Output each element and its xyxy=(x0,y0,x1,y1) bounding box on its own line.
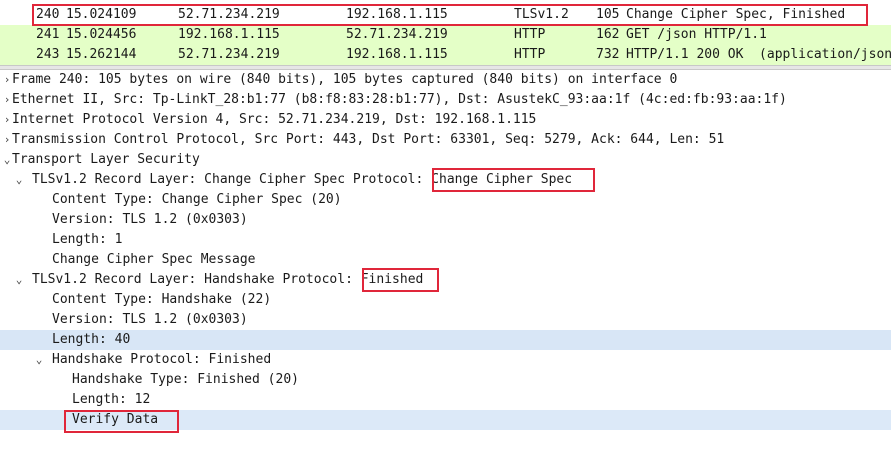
record-prefix: TLSv1.2 Record Layer: Change Cipher Spec… xyxy=(32,172,432,187)
chevron-down-icon[interactable]: ⌄ xyxy=(32,350,46,370)
tree-item-tls[interactable]: ⌄ Transport Layer Security xyxy=(0,150,891,170)
tree-item-field[interactable]: Version: TLS 1.2 (0x0303) xyxy=(0,210,891,230)
tree-item-verify-data-selected[interactable]: Verify Data xyxy=(0,410,891,430)
tree-item-field[interactable]: Length: 1 xyxy=(0,230,891,250)
tree-item-field[interactable]: Content Type: Handshake (22) xyxy=(0,290,891,310)
tree-item-ip[interactable]: › Internet Protocol Version 4, Src: 52.7… xyxy=(0,110,891,130)
record-value: Change Cipher Spec xyxy=(431,172,573,187)
chevron-down-icon[interactable]: ⌄ xyxy=(12,270,26,290)
tree-item-field[interactable]: Change Cipher Spec Message xyxy=(0,250,891,270)
packet-destination: 192.168.1.115 xyxy=(346,7,448,22)
packet-info: HTTP/1.1 200 OK (application/json) xyxy=(626,47,891,62)
packet-source: 52.71.234.219 xyxy=(178,47,280,62)
packet-destination: 192.168.1.115 xyxy=(346,47,448,62)
tree-item-field[interactable]: Version: TLS 1.2 (0x0303) xyxy=(0,310,891,330)
tree-item-label: Content Type: Change Cipher Spec (20) xyxy=(52,192,342,207)
tree-item-label: Length: 40 xyxy=(52,332,131,347)
tree-item-tcp[interactable]: › Transmission Control Protocol, Src Por… xyxy=(0,130,891,150)
tree-item-label: Transport Layer Security xyxy=(12,152,200,167)
tree-item-label: Version: TLS 1.2 (0x0303) xyxy=(52,212,248,227)
packet-destination: 52.71.234.219 xyxy=(346,27,448,42)
tree-item-label: Frame 240: 105 bytes on wire (840 bits),… xyxy=(12,72,678,87)
tree-item-label: Content Type: Handshake (22) xyxy=(52,292,272,307)
tree-item-record-ccs[interactable]: ⌄ TLSv1.2 Record Layer: Change Cipher Sp… xyxy=(0,170,891,190)
packet-row-243[interactable]: 243 15.262144 52.71.234.219 192.168.1.11… xyxy=(0,45,891,65)
tree-item-field[interactable]: Handshake Type: Finished (20) xyxy=(0,370,891,390)
tree-item-label: TLSv1.2 Record Layer: Handshake Protocol… xyxy=(32,270,423,290)
tree-item-label: Internet Protocol Version 4, Src: 52.71.… xyxy=(12,112,537,127)
tree-item-label: Version: TLS 1.2 (0x0303) xyxy=(52,312,248,327)
packet-length: 162 xyxy=(596,27,620,42)
packet-no: 240 xyxy=(36,7,60,22)
chevron-down-icon[interactable]: ⌄ xyxy=(12,170,26,190)
packet-length: 732 xyxy=(596,47,620,62)
packet-time: 15.024456 xyxy=(66,27,137,42)
packet-no: 243 xyxy=(36,47,60,62)
tree-item-handshake-protocol[interactable]: ⌄ Handshake Protocol: Finished xyxy=(0,350,891,370)
tree-item-record-handshake[interactable]: ⌄ TLSv1.2 Record Layer: Handshake Protoc… xyxy=(0,270,891,290)
packet-row-240[interactable]: 240 15.024109 52.71.234.219 192.168.1.11… xyxy=(0,5,891,25)
packet-protocol: TLSv1.2 xyxy=(514,7,569,22)
tree-item-label: Length: 12 xyxy=(72,392,151,407)
tree-item-field[interactable]: Length: 12 xyxy=(0,390,891,410)
tree-item-label: Handshake Protocol: Finished xyxy=(52,352,272,367)
tree-item-frame[interactable]: › Frame 240: 105 bytes on wire (840 bits… xyxy=(0,70,891,90)
tree-item-label: Length: 1 xyxy=(52,232,123,247)
packet-no: 241 xyxy=(36,27,60,42)
packet-info: GET /json HTTP/1.1 xyxy=(626,27,767,42)
tree-item-field-related[interactable]: Length: 40 xyxy=(0,330,891,350)
tree-item-label: TLSv1.2 Record Layer: Change Cipher Spec… xyxy=(32,170,572,190)
packet-info: Change Cipher Spec, Finished xyxy=(626,7,846,22)
tree-item-label: Transmission Control Protocol, Src Port:… xyxy=(12,132,725,147)
record-prefix: TLSv1.2 Record Layer: Handshake Protocol… xyxy=(32,272,361,287)
packet-source: 192.168.1.115 xyxy=(178,27,280,42)
tree-item-ethernet[interactable]: › Ethernet II, Src: Tp-LinkT_28:b1:77 (b… xyxy=(0,90,891,110)
tree-item-field[interactable]: Content Type: Change Cipher Spec (20) xyxy=(0,190,891,210)
packet-row-241[interactable]: 241 15.024456 192.168.1.115 52.71.234.21… xyxy=(0,25,891,45)
packet-source: 52.71.234.219 xyxy=(178,7,280,22)
tree-item-label: Change Cipher Spec Message xyxy=(52,252,256,267)
packet-time: 15.262144 xyxy=(66,47,137,62)
packet-time: 15.024109 xyxy=(66,7,137,22)
tree-item-label: Ethernet II, Src: Tp-LinkT_28:b1:77 (b8:… xyxy=(12,92,787,107)
record-value: Finished xyxy=(360,272,424,287)
tree-item-label: Verify Data xyxy=(72,412,159,427)
packet-list: 240 15.024109 52.71.234.219 192.168.1.11… xyxy=(0,0,891,65)
packet-protocol: HTTP xyxy=(514,27,546,42)
packet-length: 105 xyxy=(596,7,620,22)
packet-protocol: HTTP xyxy=(514,47,546,62)
tree-item-label: Handshake Type: Finished (20) xyxy=(72,372,299,387)
